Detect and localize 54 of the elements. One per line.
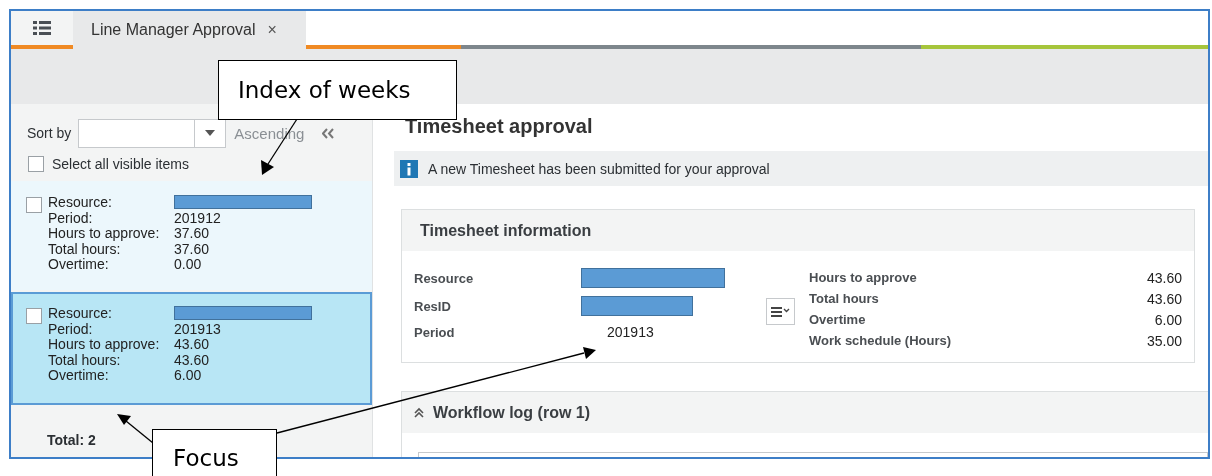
field-label: Overtime: — [48, 368, 110, 384]
menu-icon[interactable] — [33, 21, 51, 35]
field-value: 6.00 — [1153, 312, 1182, 328]
field-label: Resource — [414, 270, 475, 286]
checkbox[interactable] — [26, 197, 42, 213]
collapse-icon[interactable] — [322, 127, 335, 139]
field-value: 43.60 — [174, 337, 211, 353]
info-icon — [400, 159, 418, 178]
menu-tab[interactable] — [11, 11, 73, 49]
field-label: Total hours: — [48, 241, 121, 257]
panel-title: Timesheet information — [402, 210, 1194, 251]
field-value: 201913 — [174, 321, 222, 337]
field-value: 37.60 — [174, 241, 211, 257]
checkbox-label: Select all visible items — [52, 156, 189, 172]
callout-label: Focus — [152, 429, 277, 476]
options-button[interactable] — [766, 298, 795, 325]
list-item[interactable]: Resource: Period: 201912 Hours to approve: 37.60 Total hours: 37.60 Overtime: 0.00 — [11, 181, 372, 290]
field-label: Hours to approve: — [48, 226, 161, 242]
field-value: 201912 — [174, 210, 222, 226]
panel-title: Workflow log (row 1) — [433, 403, 591, 422]
field-value: 43.60 — [174, 352, 211, 368]
field-label: Hours to approve — [809, 270, 918, 286]
tab[interactable]: Line Manager Approval × — [73, 11, 306, 49]
field-label: Period: — [48, 210, 94, 226]
field-label: Work schedule (Hours) — [809, 333, 953, 349]
checkbox[interactable] — [28, 156, 44, 172]
field-value: 37.60 — [174, 226, 211, 242]
field-label: ResID — [414, 298, 452, 314]
field-label: Period: — [48, 321, 94, 337]
close-button[interactable]: × — [267, 21, 277, 39]
field-label: Overtime — [809, 312, 867, 328]
field-value: 201913 — [606, 324, 655, 340]
field-value: 43.60 — [1145, 291, 1182, 307]
checkbox[interactable] — [26, 308, 42, 324]
field-value: 35.00 — [1145, 333, 1182, 349]
callout-label: Index of weeks — [218, 60, 457, 120]
collapse-icon[interactable] — [414, 407, 424, 418]
field-label: Hours to approve: — [48, 337, 161, 353]
field-label: Total hours: — [48, 352, 121, 368]
sort-label: Sort by — [27, 125, 72, 141]
total-count: Total: 2 — [47, 432, 96, 448]
arrow — [117, 414, 154, 444]
field-label: Resource: — [48, 195, 113, 211]
field-label: Overtime: — [48, 257, 110, 273]
field-value: 6.00 — [174, 368, 203, 384]
list-item[interactable]: Resource: Period: 201913 Hours to approve: 43.60 Total hours: 43.60 Overtime: 6.00 — [11, 292, 372, 405]
caret-icon — [205, 130, 216, 136]
field-label: Total hours — [809, 291, 880, 307]
field-value: 43.60 — [1145, 270, 1182, 286]
field-label: Period — [414, 324, 456, 340]
field-label: Resource: — [48, 306, 113, 322]
field-value: 0.00 — [174, 257, 203, 273]
notice-text: A new Timesheet has been submitted for your approval — [428, 160, 770, 177]
list-icon — [770, 305, 791, 318]
